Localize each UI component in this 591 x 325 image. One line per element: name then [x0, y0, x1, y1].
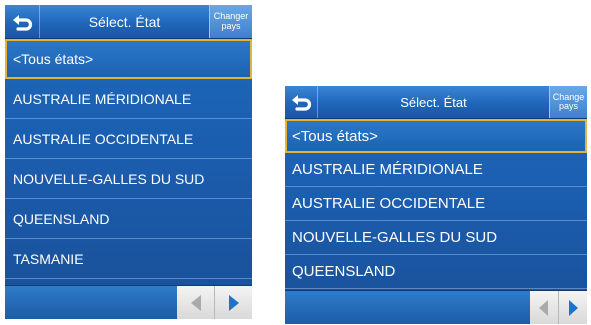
screen-title: Sélect. État: [88, 13, 161, 30]
triangle-right-icon: [228, 294, 239, 311]
previous-page-button[interactable]: [530, 291, 558, 324]
back-button[interactable]: [285, 86, 318, 118]
list-item[interactable]: QUEENSLAND: [285, 255, 587, 289]
page-navigation: [177, 286, 252, 319]
header-bar: Sélect. État Changer pays: [5, 5, 252, 39]
list-item[interactable]: NOUVELLE-GALLES DU SUD: [285, 221, 587, 255]
page-navigation: [530, 291, 587, 324]
list-item[interactable]: AUSTRALIE OCCIDENTALE: [5, 119, 252, 159]
back-button[interactable]: [5, 5, 40, 38]
list-item-all-states[interactable]: <Tous états>: [285, 119, 587, 153]
change-country-label-line2: pays: [221, 20, 241, 31]
list-item[interactable]: AUSTRALIE MÉRIDIONALE: [285, 153, 587, 187]
change-country-label-line2: pays: [558, 101, 578, 111]
footer-bar: [285, 290, 587, 324]
list-item[interactable]: NOUVELLE-GALLES DU SUD: [5, 159, 252, 199]
list-item[interactable]: QUEENSLAND: [5, 199, 252, 239]
screen-title: Sélect. État: [400, 94, 467, 110]
triangle-left-icon: [539, 299, 548, 316]
next-page-button[interactable]: [558, 291, 587, 324]
state-select-screen-small: Sélect. État Change pays <Tous états> AU…: [285, 86, 587, 324]
header-bar: Sélect. État Change pays: [285, 86, 587, 119]
state-list: <Tous états> AUSTRALIE MÉRIDIONALE AUSTR…: [285, 119, 587, 289]
triangle-left-icon: [190, 294, 201, 311]
list-item-all-states[interactable]: <Tous états>: [5, 39, 252, 79]
triangle-right-icon: [569, 299, 578, 316]
list-item[interactable]: AUSTRALIE OCCIDENTALE: [285, 187, 587, 221]
state-list: <Tous états> AUSTRALIE MÉRIDIONALE AUSTR…: [5, 39, 252, 279]
change-country-button[interactable]: Change pays: [549, 86, 587, 118]
change-country-button[interactable]: Changer pays: [209, 5, 252, 38]
state-select-screen-large: Sélect. État Changer pays <Tous états> A…: [5, 5, 252, 319]
back-arrow-icon: [292, 95, 312, 111]
list-item[interactable]: TASMANIE: [5, 239, 252, 279]
list-item[interactable]: AUSTRALIE MÉRIDIONALE: [5, 79, 252, 119]
next-page-button[interactable]: [214, 286, 252, 319]
back-arrow-icon: [13, 14, 33, 31]
footer-bar: [5, 285, 252, 319]
previous-page-button[interactable]: [177, 286, 214, 319]
